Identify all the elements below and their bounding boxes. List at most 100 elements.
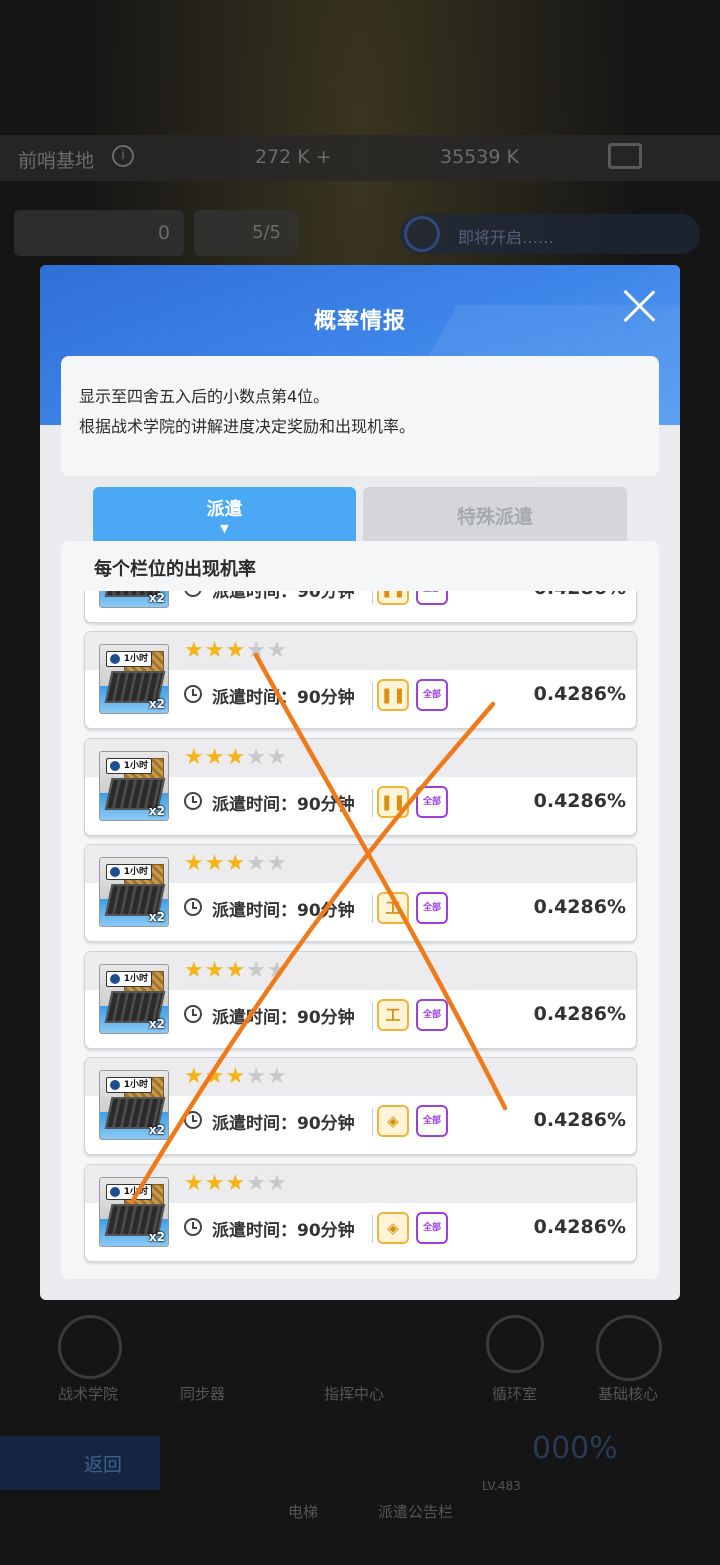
bottom-menu: 战术学院 同步器 指挥中心 循环室 基础核心 电梯 派遣公告栏 LV.483 0…	[0, 1305, 720, 1565]
dispatch-time: 派遣时间：90分钟	[212, 1220, 355, 1241]
star-filled-icon: ★	[204, 957, 226, 983]
core-icon	[596, 1315, 662, 1381]
list-heading: 每个栏位的出现机率	[94, 559, 256, 580]
star-empty-icon: ★	[266, 1064, 288, 1089]
divider	[372, 895, 373, 923]
divider	[372, 591, 373, 604]
star-filled-icon: ★	[204, 851, 226, 876]
bottom-label-0: 战术学院	[58, 1385, 119, 1403]
bottom-label-4: 基础核心	[598, 1385, 659, 1403]
star-empty-icon: ★	[246, 744, 267, 770]
all-badge[interactable]: 全部	[416, 892, 448, 924]
lamp-icon[interactable]: ❚❚	[377, 591, 409, 605]
dispatch-time: 派遣时间：90分钟	[212, 901, 355, 921]
supply-case-icon[interactable]: 1小时x2	[99, 591, 169, 608]
quantity-label: x2	[148, 1229, 165, 1244]
anvil-icon[interactable]: 工	[377, 998, 409, 1031]
back-button[interactable]: 返回	[0, 1436, 160, 1490]
star-filled-icon: ★	[225, 1170, 247, 1196]
bottom-label-3: 循环室	[492, 1385, 538, 1403]
rate-card[interactable]: 1小时 x2 ★★★★★ 派遣时间：90分钟 ◈ 全部 0.4286%	[84, 1163, 637, 1262]
diamond-icon[interactable]: ◈	[377, 1105, 409, 1137]
divider	[372, 1214, 373, 1243]
duration-tag: 1小时	[106, 757, 152, 774]
appearance-rate: 0.4286%	[533, 683, 626, 705]
supply-case-icon[interactable]: 1小时x2	[99, 1070, 169, 1140]
all-badge[interactable]: 全部	[416, 998, 448, 1031]
location-counter: 0	[14, 210, 184, 256]
supply-case-icon[interactable]: 1小时x2	[99, 857, 169, 927]
bottom-label-1: 同步器	[180, 1385, 226, 1403]
divider	[372, 1108, 373, 1136]
tab-bar: 派遣 ▼ 特殊派遣	[93, 487, 627, 541]
clock-icon	[184, 1004, 202, 1023]
diamond-icon[interactable]: ◈	[377, 1211, 409, 1244]
clock-icon	[184, 791, 202, 810]
modal-title: 概率情报	[313, 309, 406, 334]
duration-tag: 1小时	[106, 864, 152, 880]
duration-tag: 1小时	[106, 970, 152, 987]
tab-dispatch[interactable]: 派遣 ▼	[93, 487, 356, 541]
rate-card[interactable]: 1小时 x2 ★★★★★ 派遣时间：90分钟 ❚❚ 全部 0.4286%	[84, 631, 637, 729]
all-badge[interactable]: 全部	[416, 785, 448, 818]
supply-case-icon[interactable]: 1小时x2	[99, 644, 169, 714]
resource-1: 272 K +	[255, 146, 332, 168]
lamp-icon[interactable]: ❚❚	[377, 785, 409, 818]
divider	[372, 1001, 373, 1030]
dispatch-time: 派遣时间：90分钟	[212, 591, 355, 602]
close-icon[interactable]	[620, 287, 658, 325]
dispatch-time: 派遣时间：90分钟	[212, 794, 355, 815]
anvil-icon[interactable]: 工	[377, 892, 409, 924]
rate-card-partial[interactable]: 1小时x2★★★★★派遣时间：90分钟❚❚全部0.4286%	[84, 591, 637, 623]
rate-list-panel[interactable]: 每个栏位的出现机率 1小时x2★★★★★派遣时间：90分钟❚❚全部0.4286%…	[61, 541, 659, 1279]
lamp-icon[interactable]: ❚❚	[377, 679, 409, 711]
star-filled-icon: ★	[184, 957, 205, 983]
clock-icon	[184, 1111, 202, 1129]
rate-list[interactable]: 1小时x2★★★★★派遣时间：90分钟❚❚全部0.4286%1小时x2★★★★★…	[61, 591, 659, 1269]
academy-icon	[58, 1315, 122, 1379]
info-icon: i	[112, 145, 134, 167]
supply-case-icon[interactable]: 1小时x2	[99, 750, 169, 821]
star-filled-icon: ★	[225, 1064, 247, 1089]
rate-card[interactable]: 1小时 x2 ★★★★★ 派遣时间：90分钟工全部 0.4286%	[84, 950, 637, 1049]
quantity-label: x2	[148, 697, 165, 711]
appearance-rate: 0.4286%	[533, 896, 626, 918]
alert-icon	[404, 216, 440, 252]
loop-icon	[486, 1315, 544, 1373]
tab-special-dispatch[interactable]: 特殊派遣	[363, 487, 627, 541]
supply-case-icon[interactable]: 1小时x2	[99, 1176, 169, 1247]
notice-line-1: 显示至四舍五入后的小数点第4位。	[79, 387, 330, 406]
star-filled-icon: ★	[225, 851, 247, 876]
star-empty-icon: ★	[246, 851, 267, 876]
event-banner: 即将开启……	[400, 214, 700, 254]
all-badge[interactable]: 全部	[416, 1105, 448, 1137]
divider	[372, 682, 373, 710]
star-rating: ★★★★★	[184, 958, 288, 984]
bottom-label-6: 派遣公告栏	[378, 1503, 454, 1521]
star-rating: ★★★★★	[184, 638, 288, 664]
star-rating: ★★★★★	[184, 745, 288, 771]
quantity-label: x2	[148, 591, 165, 605]
rate-card[interactable]: 1小时 x2 ★★★★★ 派遣时间：90分钟工全部 0.4286%	[84, 844, 637, 942]
squad-counter: 5/5	[194, 210, 298, 256]
divider	[372, 788, 373, 817]
level-label: LV.483	[482, 1479, 521, 1493]
star-filled-icon: ★	[204, 638, 226, 663]
all-badge[interactable]: 全部	[416, 591, 448, 605]
star-empty-icon: ★	[266, 851, 288, 876]
duration-tag: 1小时	[106, 1077, 152, 1093]
all-badge[interactable]: 全部	[416, 679, 448, 711]
rate-card[interactable]: 1小时 x2 ★★★★★ 派遣时间：90分钟 ◈ 全部 0.4286%	[84, 1057, 637, 1155]
tab-dispatch-label: 派遣	[206, 499, 243, 520]
dispatch-time: 派遣时间：90分钟	[212, 1114, 355, 1134]
rate-card[interactable]: 1小时 x2 ★★★★★ 派遣时间：90分钟 ❚❚ 全部 0.4286%	[84, 737, 637, 836]
appearance-rate: 0.4286%	[533, 1002, 626, 1025]
star-filled-icon: ★	[204, 744, 226, 770]
star-filled-icon: ★	[225, 957, 247, 983]
star-rating: ★★★★★	[184, 1064, 288, 1090]
supply-case-icon[interactable]: 1小时x2	[99, 963, 169, 1034]
star-empty-icon: ★	[246, 957, 267, 983]
appearance-rate: 0.4286%	[533, 1215, 626, 1238]
clock-icon	[184, 685, 202, 703]
all-badge[interactable]: 全部	[416, 1211, 448, 1244]
